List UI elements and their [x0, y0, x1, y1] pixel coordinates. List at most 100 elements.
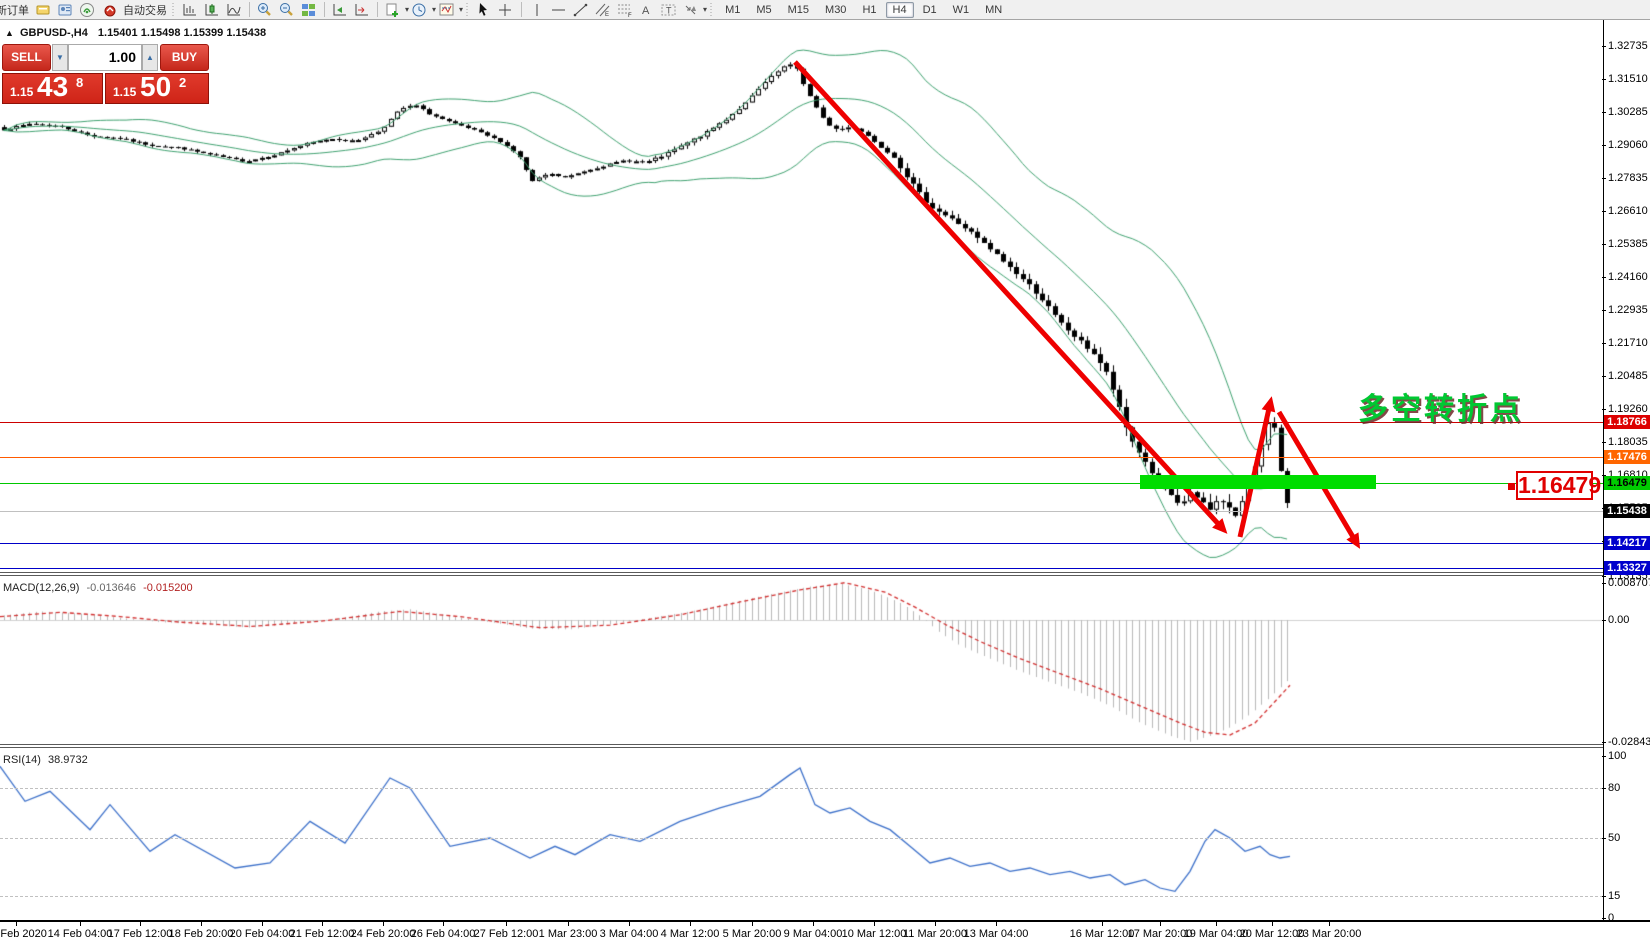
- crosshair-icon[interactable]: [497, 2, 515, 18]
- sell-price-display[interactable]: 1.15 43 8: [2, 73, 103, 104]
- rsi-label: RSI(14) 38.9732: [3, 754, 88, 766]
- time-tick: [201, 922, 202, 926]
- autotrading-icon: [103, 2, 121, 18]
- bar-chart-style-icon[interactable]: [181, 2, 199, 18]
- time-tick: [140, 922, 141, 926]
- chart-window: ▲ GBPUSD-,H4 1.15401 1.15498 1.15399 1.1…: [0, 20, 1650, 948]
- time-label: 5 Mar 20:00: [723, 928, 782, 940]
- support-zone-bar[interactable]: [1140, 475, 1376, 489]
- vertical-line-tool-icon[interactable]: [528, 2, 546, 18]
- toolbar: 新订单 自动交易 ▾ ▾ ▾ E F A T: [0, 0, 1650, 20]
- accounts-icon[interactable]: [57, 2, 75, 18]
- level-line-4[interactable]: [0, 543, 1603, 544]
- time-label: 23 Mar 20:00: [1297, 928, 1362, 940]
- templates-icon[interactable]: [438, 2, 456, 18]
- time-label: 11 Mar 20:00: [903, 928, 967, 940]
- level-line-3[interactable]: [0, 511, 1603, 512]
- time-label: 18 Feb 20:00: [169, 928, 234, 940]
- timeframe-button-h1[interactable]: H1: [855, 2, 883, 18]
- level-price-label[interactable]: 1.16479: [1516, 471, 1593, 500]
- volume-decrease-button[interactable]: ▼: [52, 44, 68, 71]
- timeframe-button-m15[interactable]: M15: [781, 2, 816, 18]
- level-price-label-anchor: [1508, 483, 1515, 490]
- fibonacci-tool-icon[interactable]: F: [616, 2, 634, 18]
- signals-icon[interactable]: [79, 2, 97, 18]
- rsi-tick: 15: [1608, 890, 1620, 902]
- level-line-1[interactable]: [0, 457, 1603, 458]
- price-tick: 1.19260: [1608, 403, 1648, 415]
- time-label: 4 Mar 12:00: [661, 928, 720, 940]
- zoom-out-icon[interactable]: [278, 2, 296, 18]
- cursor-icon[interactable]: [475, 2, 493, 18]
- time-label: 20 Mar 12:00: [1240, 928, 1305, 940]
- text-tool-icon[interactable]: A: [638, 2, 656, 18]
- rsi-tick: 0: [1608, 912, 1614, 924]
- svg-text:F: F: [628, 13, 632, 18]
- buy-price-display[interactable]: 1.15 50 2: [105, 73, 209, 104]
- indicators-dropdown-caret[interactable]: ▾: [405, 5, 409, 14]
- depth-of-market-icon[interactable]: [35, 2, 53, 18]
- time-tick: [568, 922, 569, 926]
- time-tick: [16, 922, 17, 926]
- arrows-dropdown-caret[interactable]: ▾: [703, 5, 707, 14]
- horizontal-line-tool-icon[interactable]: [550, 2, 568, 18]
- macd-panel-splitter[interactable]: [0, 572, 1603, 576]
- text-label-tool-icon[interactable]: T: [660, 2, 678, 18]
- timeframe-button-w1[interactable]: W1: [946, 2, 977, 18]
- price-badge: 1.15438: [1604, 504, 1650, 518]
- zoom-in-icon[interactable]: [256, 2, 274, 18]
- time-label: 3 Mar 04:00: [600, 928, 659, 940]
- turning-point-annotation[interactable]: 多空转折点: [1358, 384, 1523, 428]
- price-axis-line: [1603, 20, 1604, 920]
- price-tick: 1.30285: [1608, 106, 1648, 118]
- price-chart-canvas[interactable]: [0, 20, 1650, 948]
- timeframe-button-m30[interactable]: M30: [818, 2, 853, 18]
- time-axis-line: [0, 920, 1650, 922]
- macd-label: MACD(12,26,9) -0.013646 -0.015200: [3, 582, 193, 594]
- rsi-tick: 80: [1608, 782, 1620, 794]
- time-label: 9 Mar 04:00: [784, 928, 843, 940]
- line-chart-style-icon[interactable]: [225, 2, 243, 18]
- arrows-tool-icon[interactable]: [682, 2, 700, 18]
- autotrading-button[interactable]: 自动交易: [99, 1, 169, 19]
- volume-input[interactable]: 1.00: [68, 44, 142, 71]
- time-label: 24 Feb 20:00: [351, 928, 416, 940]
- periods-clock-icon[interactable]: [411, 2, 429, 18]
- time-label: 10 Mar 12:00: [842, 928, 907, 940]
- price-tick: 1.24160: [1608, 271, 1648, 283]
- time-label: 16 Mar 12:00: [1070, 928, 1135, 940]
- time-label: 20 Feb 04:00: [230, 928, 295, 940]
- indicators-add-icon[interactable]: [384, 2, 402, 18]
- auto-scroll-icon[interactable]: [331, 2, 349, 18]
- svg-text:A: A: [642, 5, 650, 17]
- time-tick: [690, 922, 691, 926]
- timeframe-button-m1[interactable]: M1: [718, 2, 747, 18]
- time-label: 21 Feb 12:00: [290, 928, 355, 940]
- periods-dropdown-caret[interactable]: ▾: [432, 5, 436, 14]
- time-label: 12 Feb 2020: [0, 928, 47, 940]
- templates-dropdown-caret[interactable]: ▾: [459, 5, 463, 14]
- new-order-button[interactable]: 新订单: [0, 2, 33, 18]
- level-line-5[interactable]: [0, 568, 1603, 569]
- volume-increase-button[interactable]: ▲: [142, 44, 158, 71]
- price-tick: 1.26610: [1608, 205, 1648, 217]
- tile-windows-icon[interactable]: [300, 2, 318, 18]
- timeframe-button-d1[interactable]: D1: [916, 2, 944, 18]
- timeframe-button-mn[interactable]: MN: [978, 2, 1009, 18]
- chart-title: ▲ GBPUSD-,H4 1.15401 1.15498 1.15399 1.1…: [5, 27, 266, 39]
- rsi-panel-splitter[interactable]: [0, 744, 1603, 748]
- channel-tool-icon[interactable]: E: [594, 2, 612, 18]
- time-label: 17 Feb 12:00: [108, 928, 173, 940]
- time-tick: [1160, 922, 1161, 926]
- macd-tick: -0.028436: [1608, 736, 1650, 748]
- trendline-tool-icon[interactable]: [572, 2, 590, 18]
- timeframe-button-h4[interactable]: H4: [886, 2, 914, 18]
- sell-button[interactable]: SELL: [2, 44, 51, 71]
- buy-button[interactable]: BUY: [160, 44, 209, 71]
- chart-shift-icon[interactable]: [353, 2, 371, 18]
- rsi-level-line: [0, 896, 1603, 897]
- candlestick-style-icon[interactable]: [203, 2, 221, 18]
- price-tick: 1.20485: [1608, 370, 1648, 382]
- time-tick: [813, 922, 814, 926]
- timeframe-button-m5[interactable]: M5: [749, 2, 778, 18]
